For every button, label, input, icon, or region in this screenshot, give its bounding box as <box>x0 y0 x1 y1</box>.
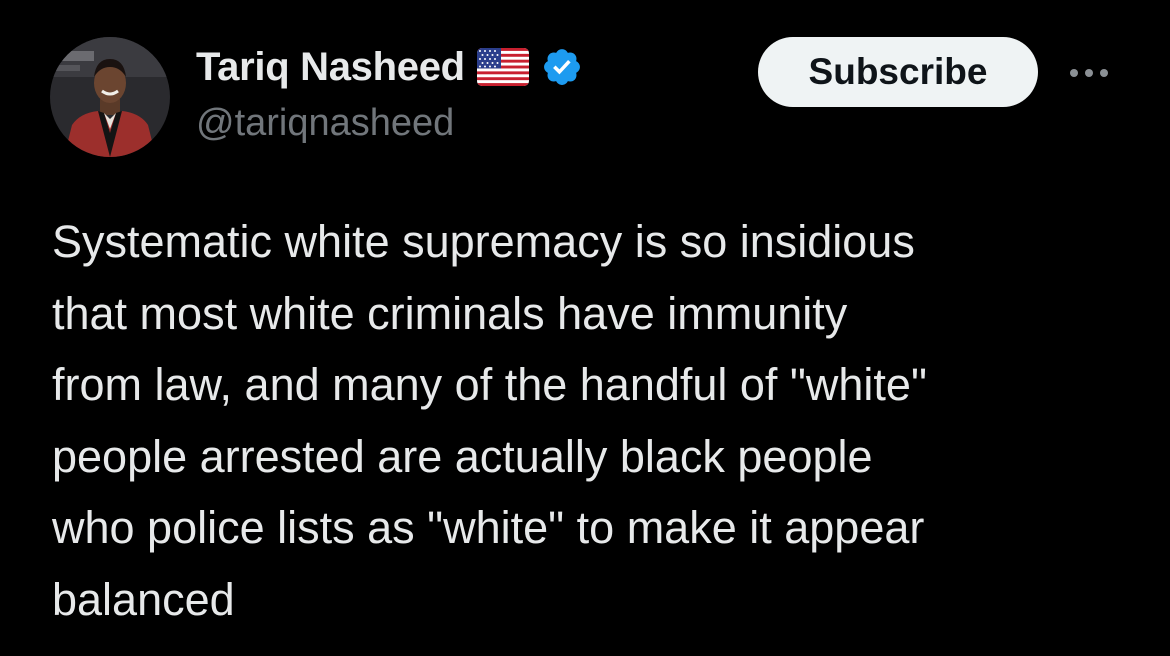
author-name-row: Tariq Nasheed <box>196 42 583 92</box>
verified-badge-icon[interactable] <box>541 46 583 88</box>
author-handle[interactable]: @tariqnasheed <box>196 102 454 145</box>
post-card: Tariq Nasheed @tariqnasheed Subscribe Sy… <box>0 0 1170 656</box>
avatar[interactable] <box>50 37 170 157</box>
us-flag-icon <box>476 48 529 86</box>
more-options-icon[interactable] <box>1064 58 1114 88</box>
subscribe-button[interactable]: Subscribe <box>758 37 1038 107</box>
display-name[interactable]: Tariq Nasheed <box>196 45 465 90</box>
avatar-photo <box>50 37 170 157</box>
post-text: Systematic white supremacy is so insidio… <box>52 216 927 625</box>
